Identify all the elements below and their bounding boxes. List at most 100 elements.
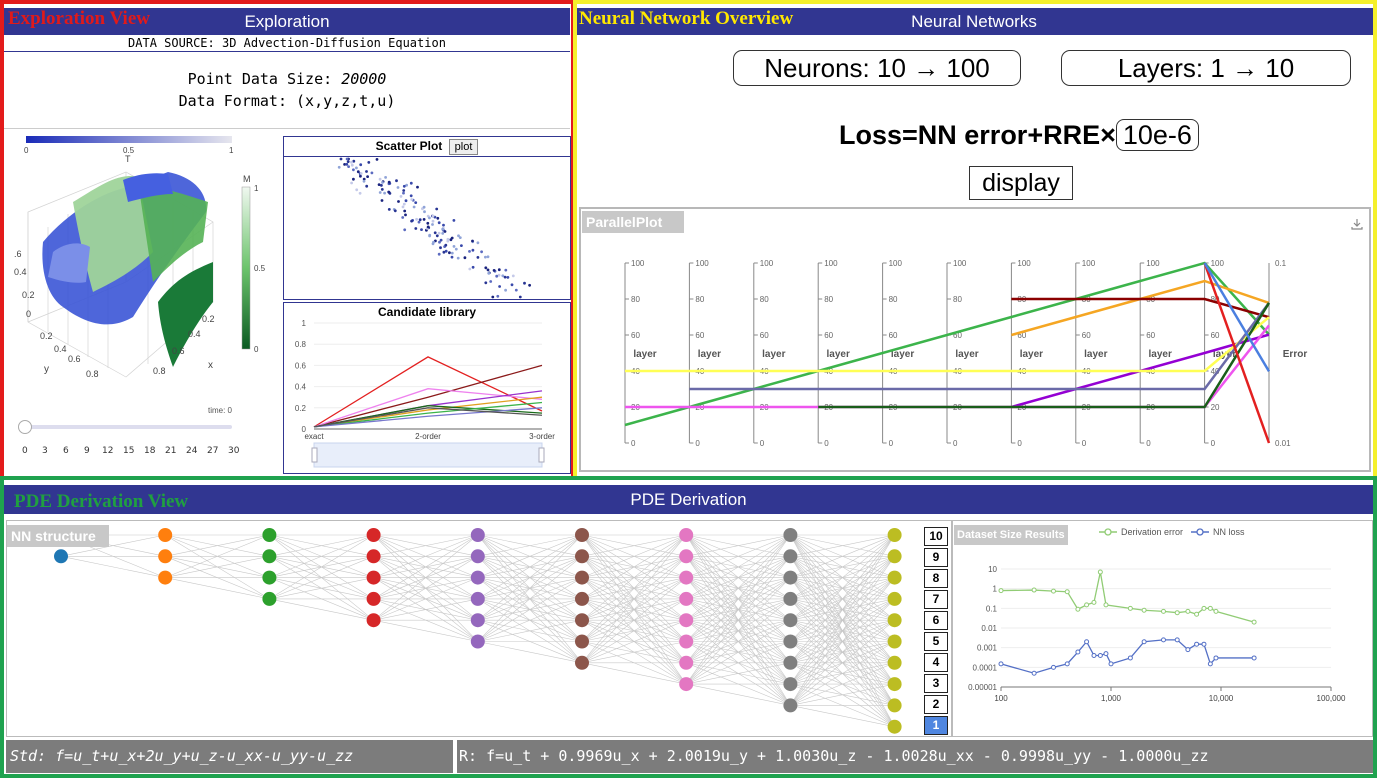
dataset-size-chart[interactable]: 10 1 0.1 0.01 0.001 0.0001 0.00001 100 1,000 10,0… <box>953 521 1372 736</box>
scatter-point <box>510 283 514 287</box>
layer-button-9[interactable]: 9 <box>924 548 948 567</box>
layer-button-7[interactable]: 7 <box>924 590 948 609</box>
series-point <box>1251 655 1257 661</box>
scatter-point <box>383 191 386 195</box>
axis-tick-label: 60 <box>695 331 704 340</box>
scatter-point <box>439 246 442 250</box>
scatter-point <box>436 216 440 220</box>
nn-node <box>366 591 381 606</box>
info-divider <box>4 128 570 129</box>
surface-3d-plot[interactable]: 0 0.5 1 T M 1 0.5 0 .6 0.4 0.2 0 0.2 0.4… <box>8 132 278 420</box>
nn-node <box>262 591 277 606</box>
scatter-point <box>511 274 515 278</box>
scatter-point <box>355 166 358 170</box>
loss-weight-input[interactable]: 10e-6 <box>1115 119 1199 151</box>
scatter-point <box>350 181 353 185</box>
layer-button-1[interactable]: 1 <box>924 716 948 735</box>
scatter-point <box>528 283 531 287</box>
scatter-point <box>337 165 341 169</box>
nn-node <box>679 570 694 585</box>
candidate-library-chart[interactable]: 00.20.40.60.81exact 2-order 3-order <box>284 317 569 473</box>
series-point <box>1050 588 1056 594</box>
layer-button-10[interactable]: 10 <box>924 527 948 546</box>
layers-range[interactable]: Layers: 1 → 10 <box>1061 50 1351 86</box>
candidate-library-panel: Candidate library 0 0.2 0.4 0.6 0.8 1 exact 2-o… <box>283 302 571 474</box>
scatter-point <box>359 174 362 178</box>
svg-text:0.8: 0.8 <box>86 369 99 379</box>
nn-node <box>470 570 485 585</box>
colorbar-t-tick: 1 <box>229 146 234 155</box>
layer-button-8[interactable]: 8 <box>924 569 948 588</box>
scatter-point <box>492 269 496 272</box>
series-point <box>1091 599 1097 605</box>
svg-text:0.2: 0.2 <box>22 290 35 300</box>
nn-node <box>470 528 485 542</box>
layer-button-2[interactable]: 2 <box>924 695 948 714</box>
nn-node <box>575 549 589 564</box>
nn-node <box>783 570 798 585</box>
colorbar-t <box>26 136 232 143</box>
neurons-range[interactable]: Neurons: 10 → 100 <box>733 50 1021 86</box>
layer-button-5[interactable]: 5 <box>924 632 948 651</box>
scatter-point <box>431 214 435 218</box>
series-point <box>1213 655 1219 661</box>
nn-node <box>575 634 589 649</box>
nn-node <box>679 528 694 542</box>
axis-tick-label: 100 <box>1146 259 1160 268</box>
svg-text:0.6: 0.6 <box>172 346 185 356</box>
loss-prefix: Loss=NN error+RRE× <box>839 120 1116 150</box>
scatter-point <box>367 161 371 164</box>
scatter-point <box>384 176 387 179</box>
scatter-point <box>439 238 443 242</box>
y-tick-label: 0.1 <box>986 604 998 613</box>
nn-node <box>575 570 589 585</box>
layer-button-4[interactable]: 4 <box>924 653 948 672</box>
plot-button[interactable]: plot <box>448 139 479 155</box>
slider-handle[interactable] <box>18 420 32 434</box>
layer-button-3[interactable]: 3 <box>924 674 948 693</box>
parallel-line <box>689 302 1271 391</box>
display-button[interactable]: display <box>969 166 1073 200</box>
axis-tick-label: 0 <box>824 439 829 448</box>
scatter-point <box>339 157 343 161</box>
nn-node <box>783 634 798 649</box>
legend-label: Derivation error <box>1121 527 1183 537</box>
nn-node <box>679 613 694 628</box>
pde-derivation-view: PDE Derivation PDE Derivation View NN st… <box>0 479 1377 778</box>
data-source-label: DATA SOURCE: 3D Advection-Diffusion Equa… <box>4 35 570 52</box>
x-tick-label: exact <box>304 432 324 441</box>
scatter-point <box>497 268 501 272</box>
y-tick-label: 0.00001 <box>968 683 997 692</box>
nn-structure-graph[interactable] <box>7 521 951 736</box>
colorbar-m <box>241 186 251 350</box>
layer-button-group: 10 9 8 7 6 5 4 3 2 1 <box>924 527 950 737</box>
error-axis-label: Error <box>1283 349 1308 360</box>
scatter-plot[interactable] <box>284 157 569 299</box>
scatter-point <box>460 244 463 247</box>
scatter-point <box>443 230 447 233</box>
scatter-point <box>414 227 418 230</box>
legend-marker <box>1104 528 1112 536</box>
scatter-point <box>456 256 460 260</box>
scatter-point <box>437 231 441 235</box>
exploration-title: Exploration <box>244 12 330 31</box>
nn-node <box>679 591 694 606</box>
scatter-point <box>431 219 435 223</box>
axis-tick-label: 100 <box>1211 259 1225 268</box>
scatter-point <box>377 183 381 186</box>
scatter-point <box>426 221 430 225</box>
x-tick-label: 3-order <box>529 432 555 441</box>
series-point <box>1084 639 1090 645</box>
scatter-point <box>412 205 416 209</box>
y-tick-label: 0.8 <box>295 340 307 349</box>
time-slider[interactable] <box>18 420 234 434</box>
layer-button-6[interactable]: 6 <box>924 611 948 630</box>
scatter-point <box>352 177 355 181</box>
scatter-point <box>468 267 472 271</box>
nn-node <box>783 591 798 606</box>
time-label: time: 0 <box>208 406 233 415</box>
scatter-plot-title: Scatter Plot <box>375 139 443 153</box>
scatter-point <box>381 181 384 184</box>
axis-tick-label: 60 <box>1211 331 1220 340</box>
parallel-plot[interactable]: 100806040200layer100806040200layer100806… <box>581 209 1369 470</box>
